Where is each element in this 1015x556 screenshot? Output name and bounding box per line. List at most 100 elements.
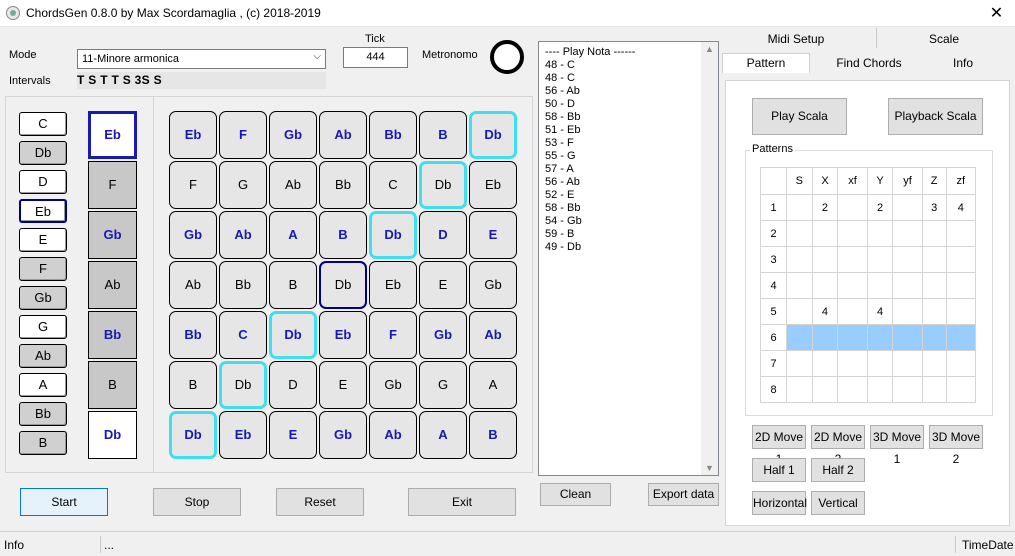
- table-cell[interactable]: [866, 350, 894, 377]
- table-cell[interactable]: [786, 324, 813, 351]
- chromatic-note-button[interactable]: D: [19, 170, 67, 194]
- grid-note-cell[interactable]: Db: [219, 361, 267, 409]
- grid-note-cell[interactable]: Eb: [469, 161, 517, 209]
- table-cell[interactable]: [837, 272, 868, 299]
- scale-note-button[interactable]: Db: [88, 411, 137, 459]
- table-cell[interactable]: [786, 350, 813, 377]
- grid-note-cell[interactable]: Db: [169, 411, 217, 459]
- orientation-button[interactable]: Vertical: [811, 491, 865, 515]
- table-cell[interactable]: [945, 298, 977, 325]
- table-cell[interactable]: [921, 272, 947, 299]
- grid-note-cell[interactable]: F: [219, 111, 267, 159]
- table-cell[interactable]: [786, 194, 813, 221]
- chromatic-note-button[interactable]: E: [19, 228, 67, 252]
- table-cell[interactable]: [837, 246, 868, 273]
- table-cell[interactable]: [945, 220, 977, 247]
- half-button[interactable]: Half 2: [811, 458, 865, 482]
- grid-note-cell[interactable]: E: [469, 211, 517, 259]
- grid-note-cell[interactable]: Ab: [469, 311, 517, 359]
- move-button[interactable]: 2D Move 1: [752, 425, 806, 466]
- tab-find-chords[interactable]: Find Chords: [832, 56, 906, 70]
- grid-note-cell[interactable]: C: [219, 311, 267, 359]
- table-cell[interactable]: [921, 298, 947, 325]
- table-cell[interactable]: [945, 246, 977, 273]
- table-cell[interactable]: 2: [866, 194, 894, 221]
- table-cell[interactable]: [811, 246, 839, 273]
- grid-note-cell[interactable]: A: [419, 411, 467, 459]
- table-cell[interactable]: [866, 220, 894, 247]
- table-row[interactable]: 7: [760, 350, 977, 377]
- grid-note-cell[interactable]: Gb: [369, 361, 417, 409]
- table-cell[interactable]: [945, 376, 977, 403]
- table-cell[interactable]: [786, 246, 813, 273]
- table-cell[interactable]: [811, 220, 839, 247]
- grid-note-cell[interactable]: Ab: [269, 161, 317, 209]
- grid-note-cell[interactable]: Ab: [169, 261, 217, 309]
- table-cell[interactable]: [786, 376, 813, 403]
- tab-info[interactable]: Info: [942, 56, 984, 70]
- table-cell[interactable]: [837, 350, 868, 377]
- grid-note-cell[interactable]: Db: [269, 311, 317, 359]
- table-cell[interactable]: [921, 324, 947, 351]
- grid-note-cell[interactable]: G: [219, 161, 267, 209]
- grid-note-cell[interactable]: Bb: [319, 161, 367, 209]
- chromatic-note-button[interactable]: Gb: [19, 286, 67, 310]
- tab-scale[interactable]: Scale: [912, 32, 976, 46]
- table-cell[interactable]: [811, 324, 839, 351]
- table-cell[interactable]: [892, 220, 923, 247]
- table-cell[interactable]: [921, 350, 947, 377]
- grid-note-cell[interactable]: E: [269, 411, 317, 459]
- table-cell[interactable]: [921, 376, 947, 403]
- table-cell[interactable]: [811, 376, 839, 403]
- table-cell[interactable]: 4: [811, 298, 839, 325]
- table-row[interactable]: 6: [760, 324, 977, 351]
- scale-note-button[interactable]: Bb: [88, 311, 137, 359]
- table-cell[interactable]: [866, 246, 894, 273]
- reset-button[interactable]: Reset: [276, 488, 364, 516]
- grid-note-cell[interactable]: Db: [369, 211, 417, 259]
- chromatic-note-button[interactable]: A: [19, 373, 67, 397]
- chromatic-note-button[interactable]: B: [19, 431, 67, 455]
- scale-note-button[interactable]: B: [88, 361, 137, 409]
- table-cell[interactable]: [892, 350, 923, 377]
- grid-note-cell[interactable]: Db: [469, 111, 517, 159]
- grid-note-cell[interactable]: G: [419, 361, 467, 409]
- table-cell[interactable]: [945, 350, 977, 377]
- orientation-button[interactable]: Horizontal: [752, 491, 807, 515]
- tab-midi-setup[interactable]: Midi Setup: [760, 32, 832, 46]
- close-icon[interactable]: ✕: [978, 0, 1015, 27]
- chromatic-note-button[interactable]: Ab: [19, 344, 67, 368]
- patterns-table[interactable]: S Xxf Yyf Zzf 12234234544678: [760, 167, 977, 403]
- grid-note-cell[interactable]: B: [419, 111, 467, 159]
- grid-note-cell[interactable]: A: [269, 211, 317, 259]
- grid-note-cell[interactable]: Bb: [219, 261, 267, 309]
- playback-scala-button[interactable]: Playback Scala: [888, 98, 983, 135]
- chromatic-note-button[interactable]: G: [19, 315, 67, 339]
- table-cell[interactable]: [837, 220, 868, 247]
- table-row[interactable]: 2: [760, 220, 977, 247]
- table-cell[interactable]: [837, 194, 868, 221]
- grid-note-cell[interactable]: Bb: [169, 311, 217, 359]
- grid-note-cell[interactable]: Eb: [169, 111, 217, 159]
- tick-input[interactable]: 444: [343, 47, 408, 68]
- table-cell[interactable]: [786, 272, 813, 299]
- table-cell[interactable]: [866, 324, 894, 351]
- grid-note-cell[interactable]: Eb: [369, 261, 417, 309]
- grid-note-cell[interactable]: F: [369, 311, 417, 359]
- grid-note-cell[interactable]: B: [169, 361, 217, 409]
- mode-select[interactable]: 11-Minore armonica ⌵: [77, 49, 326, 69]
- exit-button[interactable]: Exit: [408, 488, 516, 516]
- table-cell[interactable]: 4: [866, 298, 894, 325]
- grid-note-cell[interactable]: Eb: [219, 411, 267, 459]
- scale-note-button[interactable]: Eb: [88, 111, 137, 159]
- table-row[interactable]: 544: [760, 298, 977, 325]
- grid-note-cell[interactable]: D: [269, 361, 317, 409]
- listbox-scrollbar[interactable]: ▲ ▼: [701, 42, 718, 475]
- grid-note-cell[interactable]: Ab: [219, 211, 267, 259]
- move-button[interactable]: 3D Move 2: [929, 425, 983, 466]
- stop-button[interactable]: Stop: [153, 488, 241, 516]
- table-cell[interactable]: [837, 324, 868, 351]
- table-cell[interactable]: [892, 324, 923, 351]
- table-cell[interactable]: [945, 272, 977, 299]
- start-button[interactable]: Start: [20, 488, 108, 516]
